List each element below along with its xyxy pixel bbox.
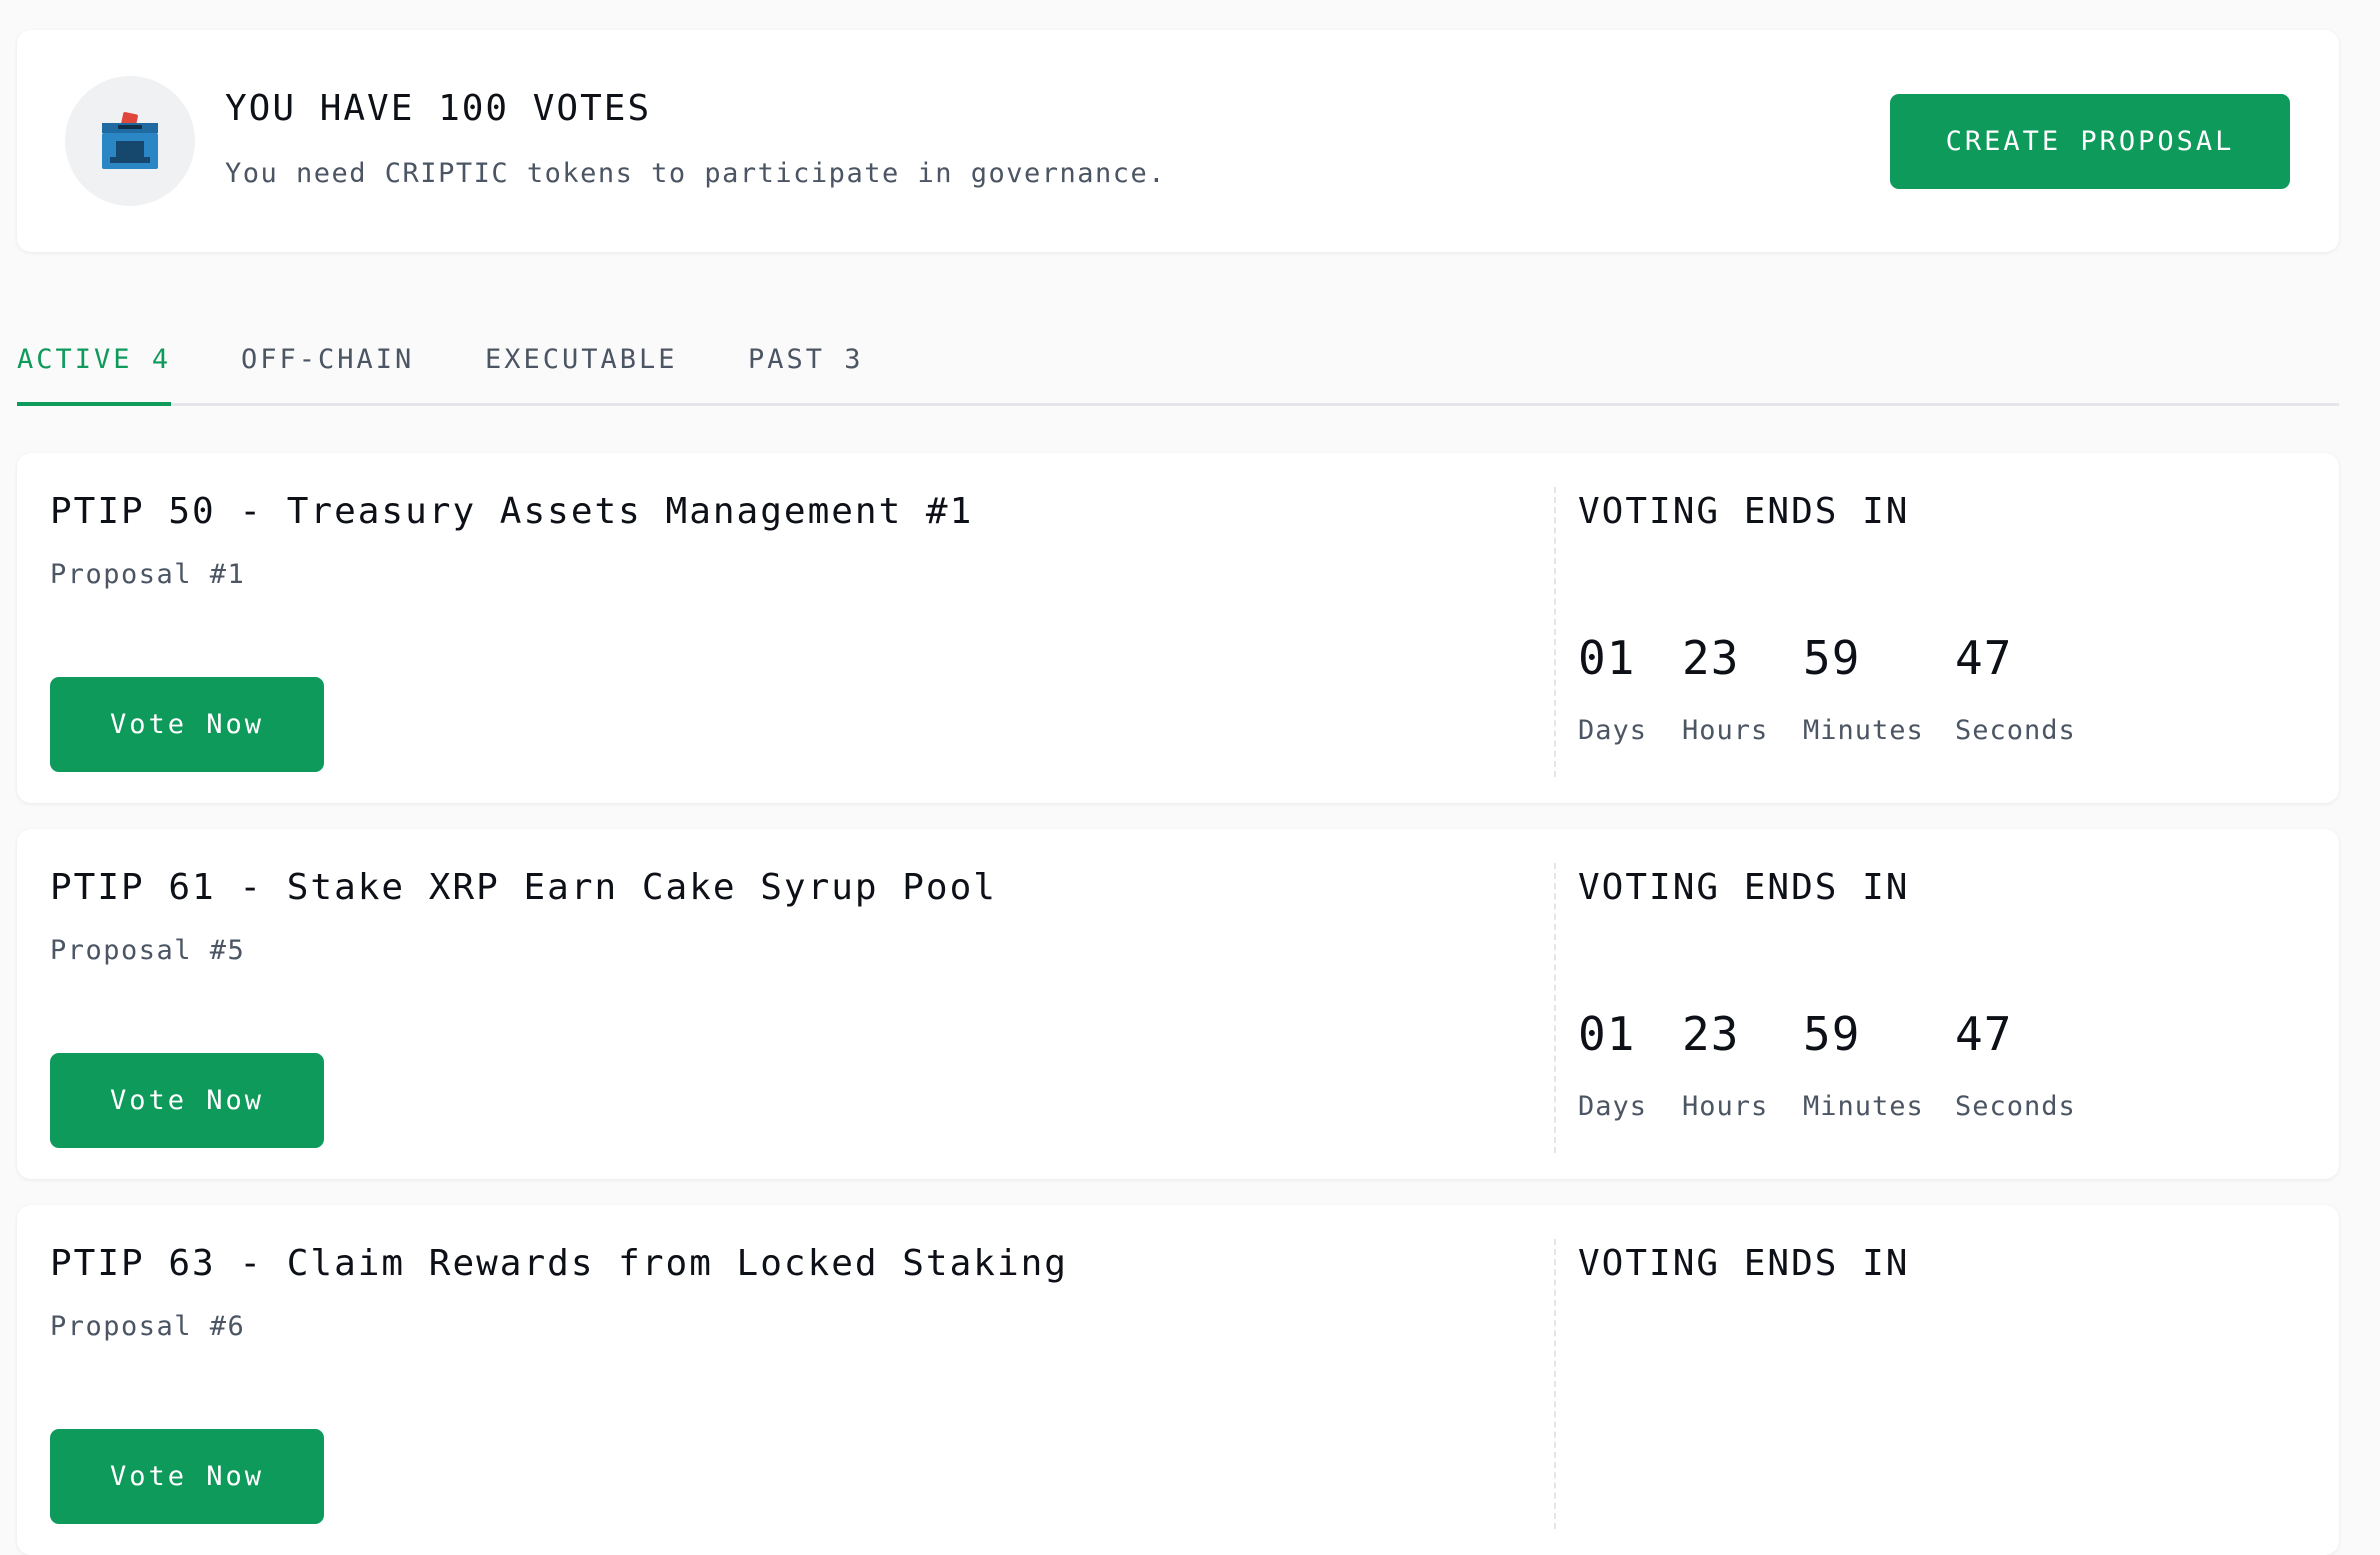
- proposal-title: PTIP 61 - Stake XRP Earn Cake Syrup Pool: [50, 867, 997, 908]
- tab-count: 3: [844, 344, 864, 375]
- countdown-hours: 23: [1682, 631, 1740, 685]
- votes-subtitle: You need CRIPTIC tokens to participate i…: [225, 158, 1167, 189]
- proposal-title: PTIP 50 - Treasury Assets Management #1: [50, 491, 974, 532]
- countdown-days: 01: [1578, 631, 1636, 685]
- card-divider: [1554, 863, 1556, 1153]
- vote-now-button[interactable]: Vote Now: [50, 1429, 324, 1524]
- voting-ends-label: VOTING ENDS IN: [1578, 491, 1910, 532]
- card-divider: [1554, 487, 1556, 777]
- proposal-card: PTIP 50 - Treasury Assets Management #1 …: [17, 453, 2339, 803]
- vote-now-button[interactable]: Vote Now: [50, 1053, 324, 1148]
- countdown-minutes-label: Minutes: [1803, 1091, 1924, 1122]
- countdown-minutes-label: Minutes: [1803, 715, 1924, 746]
- countdown-seconds-label: Seconds: [1955, 715, 2076, 746]
- proposal-card: PTIP 61 - Stake XRP Earn Cake Syrup Pool…: [17, 829, 2339, 1179]
- countdown-seconds: 47: [1955, 631, 2013, 685]
- tab-executable[interactable]: EXECUTABLE: [485, 344, 678, 402]
- countdown-hours-label: Hours: [1682, 715, 1769, 746]
- proposal-card: PTIP 63 - Claim Rewards from Locked Stak…: [17, 1205, 2339, 1555]
- card-divider: [1554, 1239, 1556, 1529]
- tab-active[interactable]: ACTIVE 4: [17, 344, 172, 406]
- countdown-seconds-label: Seconds: [1955, 1091, 2076, 1122]
- votes-summary-card: YOU HAVE 100 VOTES You need CRIPTIC toke…: [17, 30, 2339, 252]
- proposal-tabs: ACTIVE 4 OFF-CHAIN EXECUTABLE PAST 3: [17, 340, 2339, 406]
- countdown-days-label: Days: [1578, 715, 1648, 746]
- vote-now-button[interactable]: Vote Now: [50, 677, 324, 772]
- countdown-seconds: 47: [1955, 1007, 2013, 1061]
- proposal-title: PTIP 63 - Claim Rewards from Locked Stak…: [50, 1243, 1068, 1284]
- tabs-divider: [17, 403, 2339, 406]
- tab-label: OFF-CHAIN: [241, 344, 415, 375]
- voting-ends-label: VOTING ENDS IN: [1578, 867, 1910, 908]
- tab-past[interactable]: PAST 3: [748, 344, 864, 402]
- create-proposal-button[interactable]: CREATE PROPOSAL: [1890, 94, 2290, 189]
- proposal-number: Proposal #5: [50, 935, 246, 966]
- countdown-hours-label: Hours: [1682, 1091, 1769, 1122]
- tab-count: 4: [151, 344, 172, 375]
- voting-ends-label: VOTING ENDS IN: [1578, 1243, 1910, 1284]
- countdown-minutes: 59: [1803, 1007, 1861, 1061]
- avatar: [65, 76, 195, 206]
- tab-label: EXECUTABLE: [485, 344, 678, 375]
- proposal-number: Proposal #6: [50, 1311, 246, 1342]
- proposal-number: Proposal #1: [50, 559, 246, 590]
- tab-label: PAST: [748, 344, 826, 375]
- governance-page: YOU HAVE 100 VOTES You need CRIPTIC toke…: [0, 0, 2380, 1555]
- countdown-days: 01: [1578, 1007, 1636, 1061]
- votes-title: YOU HAVE 100 VOTES: [225, 88, 652, 129]
- countdown-hours: 23: [1682, 1007, 1740, 1061]
- ballot-box-icon: [102, 112, 158, 169]
- countdown-days-label: Days: [1578, 1091, 1648, 1122]
- tab-label: ACTIVE: [17, 344, 133, 375]
- tab-off-chain[interactable]: OFF-CHAIN: [241, 344, 414, 402]
- countdown-minutes: 59: [1803, 631, 1861, 685]
